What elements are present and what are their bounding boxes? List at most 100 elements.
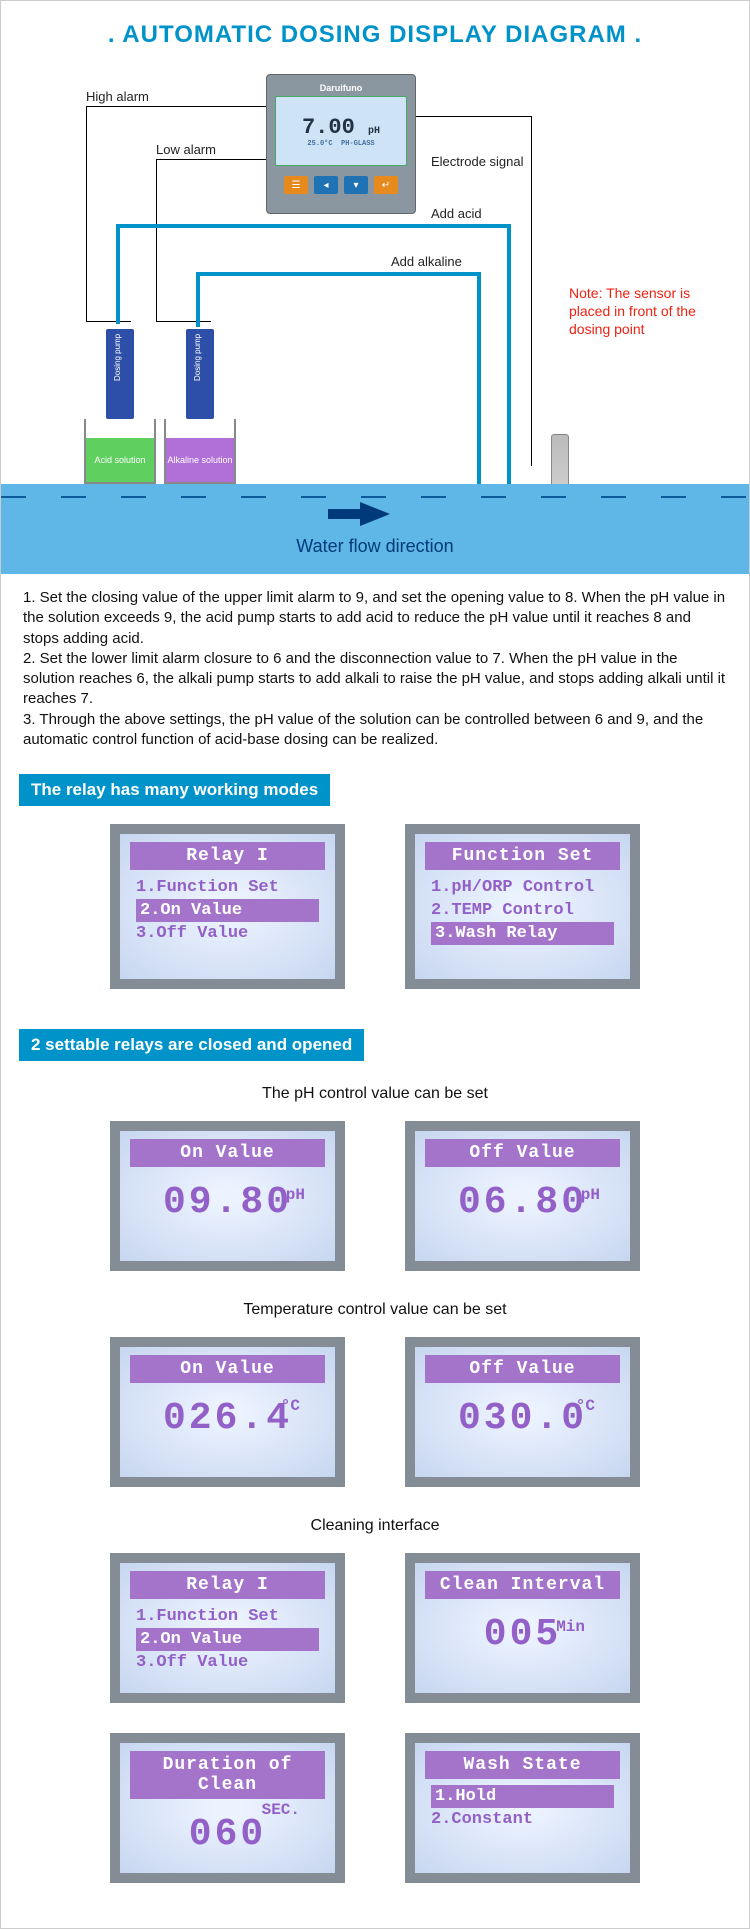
lcd-clean-interval: Clean Interval 005 Min [405, 1553, 640, 1703]
page-title: . AUTOMATIC DOSING DISPLAY DIAGRAM . [1, 21, 749, 49]
instruction-1: 1. Set the closing value of the upper li… [23, 588, 727, 649]
lcd-title: Function Set [425, 842, 620, 870]
page: . AUTOMATIC DOSING DISPLAY DIAGRAM . Hig… [0, 0, 750, 1929]
lcd-menu: 1.pH/ORP Control 2.TEMP Control 3.Wash R… [415, 876, 630, 945]
controller-temp: 25.0°C [307, 140, 332, 148]
flow-arrow-icon [360, 502, 390, 526]
pump-label: Dosing pump [113, 334, 122, 381]
menu-item[interactable]: 2.TEMP Control [431, 899, 614, 922]
beaker-label: Alkaline solution [166, 438, 234, 482]
lcd-function-set: Function Set 1.pH/ORP Control 2.TEMP Con… [405, 824, 640, 989]
wire [156, 321, 211, 322]
section-relay-settable: 2 settable relays are closed and opened [19, 1029, 364, 1061]
lcd-title: On Value [130, 1139, 325, 1167]
lcd-unit: °C [281, 1397, 300, 1415]
controller-unit: pH [368, 126, 380, 137]
wire [531, 116, 532, 466]
lcd-title: Wash State [425, 1751, 620, 1779]
lcd-unit: pH [581, 1186, 600, 1204]
lcd-off-ph: Off Value 06.80 pH [405, 1121, 640, 1271]
controller-brand: Daruifuno [275, 83, 407, 93]
pump-label: Dosing pump [193, 334, 202, 381]
lcd-relay1-b: Relay I 1.Function Set 2.On Value 3.Off … [110, 1553, 345, 1703]
lcd-title: On Value [130, 1355, 325, 1383]
lcd-value: 030.0 [415, 1397, 630, 1440]
lcd-wash-state: Wash State 1.Hold 2.Constant [405, 1733, 640, 1883]
wire [86, 106, 87, 321]
pipe-acid [507, 224, 511, 484]
menu-item[interactable]: 3.Wash Relay [431, 922, 614, 945]
ph-controller: Daruifuno 7.00 pH 25.0°C PH-GLASS ☰ ◂ ▾ … [266, 74, 416, 214]
menu-button[interactable]: ☰ [284, 176, 308, 194]
pipe-acid [116, 224, 120, 324]
water-dashes [1, 496, 749, 498]
menu-item[interactable]: 1.Function Set [136, 876, 319, 899]
wire [415, 116, 532, 117]
lcd-row-clean2: Duration of Clean 060 SEC. Wash State 1.… [1, 1733, 749, 1883]
lcd-on-temp: On Value 026.4 °C [110, 1337, 345, 1487]
lcd-value: 060 [120, 1813, 335, 1856]
enter-button[interactable]: ↵ [374, 176, 398, 194]
wire [156, 159, 268, 160]
controller-reading: 7.00 [302, 115, 355, 140]
label-add-alkaline: Add alkaline [391, 254, 462, 269]
lcd-row-clean1: Relay I 1.Function Set 2.On Value 3.Off … [1, 1553, 749, 1703]
menu-item[interactable]: 1.Hold [431, 1785, 614, 1808]
lcd-menu: 1.Hold 2.Constant [415, 1785, 630, 1831]
lcd-row-temp: On Value 026.4 °C Off Value 030.0 °C [1, 1337, 749, 1487]
menu-item[interactable]: 2.On Value [136, 899, 319, 922]
instructions: 1. Set the closing value of the upper li… [1, 574, 749, 764]
water-flow-label: Water flow direction [296, 536, 453, 557]
pipe-alk [196, 272, 200, 327]
subcaption-temp: Temperature control value can be set [1, 1301, 749, 1319]
lcd-value: 026.4 [120, 1397, 335, 1440]
label-low-alarm: Low alarm [156, 142, 216, 157]
lcd-value: 005 [415, 1613, 630, 1656]
wire [86, 106, 266, 107]
dosing-diagram: High alarm Low alarm Electrode signal Ad… [31, 74, 719, 504]
wire [156, 159, 157, 321]
pipe-alk [196, 272, 481, 276]
controller-screen: 7.00 pH 25.0°C PH-GLASS [275, 96, 407, 166]
controller-buttons: ☰ ◂ ▾ ↵ [275, 176, 407, 194]
sensor-note: Note: The sensor is placed in front of t… [569, 284, 729, 339]
lcd-title: Clean Interval [425, 1571, 620, 1599]
section-relay-modes: The relay has many working modes [19, 774, 330, 806]
wire [86, 321, 131, 322]
menu-item[interactable]: 2.Constant [431, 1808, 614, 1831]
lcd-unit: °C [576, 1397, 595, 1415]
lcd-title: Relay I [130, 842, 325, 870]
beaker-label: Acid solution [86, 438, 154, 482]
lcd-menu: 1.Function Set 2.On Value 3.Off Value [120, 1605, 335, 1674]
lcd-title: Off Value [425, 1139, 620, 1167]
lcd-title: Off Value [425, 1355, 620, 1383]
lcd-clean-duration: Duration of Clean 060 SEC. [110, 1733, 345, 1883]
down-button[interactable]: ▾ [344, 176, 368, 194]
lcd-relay1: Relay I 1.Function Set 2.On Value 3.Off … [110, 824, 345, 989]
lcd-row-ph: On Value 09.80 pH Off Value 06.80 pH [1, 1121, 749, 1271]
lcd-unit: pH [286, 1186, 305, 1204]
menu-item[interactable]: 2.On Value [136, 1628, 319, 1651]
menu-item[interactable]: 3.Off Value [136, 1651, 319, 1674]
label-electrode-signal: Electrode signal [431, 154, 524, 169]
beaker-alkaline: Alkaline solution [164, 419, 236, 484]
instruction-2: 2. Set the lower limit alarm closure to … [23, 649, 727, 710]
pipe-acid [116, 224, 511, 228]
menu-item[interactable]: 3.Off Value [136, 922, 319, 945]
lcd-off-temp: Off Value 030.0 °C [405, 1337, 640, 1487]
lcd-on-ph: On Value 09.80 pH [110, 1121, 345, 1271]
menu-item[interactable]: 1.Function Set [136, 1605, 319, 1628]
lcd-unit: SEC. [262, 1801, 300, 1819]
dosing-pump-alkaline: Dosing pump [186, 329, 214, 419]
left-button[interactable]: ◂ [314, 176, 338, 194]
controller-probe: PH-GLASS [341, 140, 375, 148]
pipe-alk [477, 272, 481, 484]
lcd-unit: Min [556, 1618, 585, 1636]
water-band: Water flow direction [1, 484, 749, 574]
lcd-row-modes: Relay I 1.Function Set 2.On Value 3.Off … [1, 824, 749, 989]
lcd-menu: 1.Function Set 2.On Value 3.Off Value [120, 876, 335, 945]
beaker-acid: Acid solution [84, 419, 156, 484]
label-high-alarm: High alarm [86, 89, 149, 104]
menu-item[interactable]: 1.pH/ORP Control [431, 876, 614, 899]
label-add-acid: Add acid [431, 206, 482, 221]
